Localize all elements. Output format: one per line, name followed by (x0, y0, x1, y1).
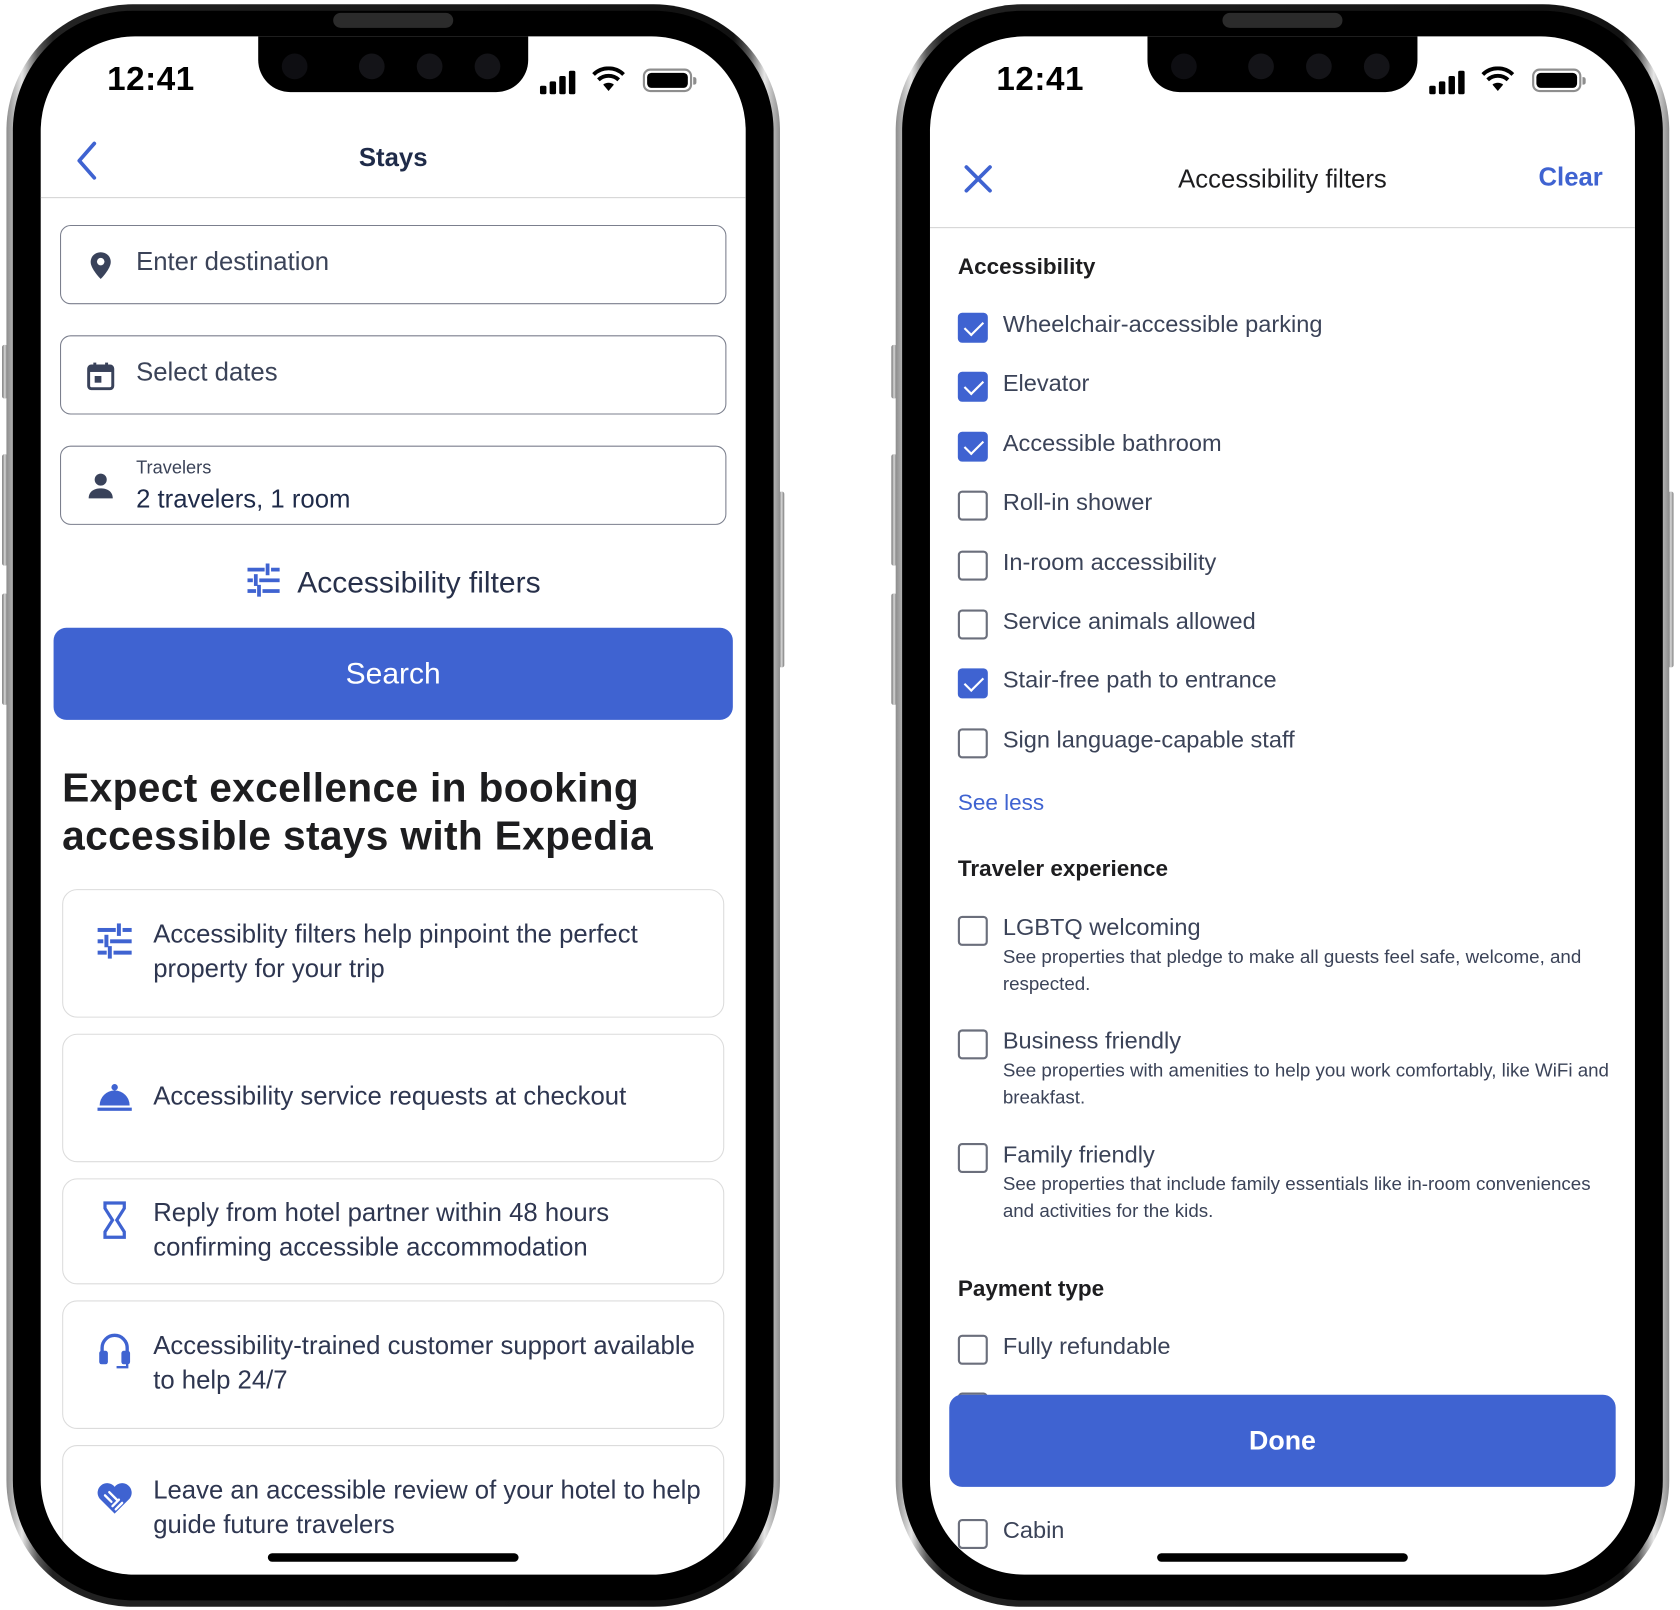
checkbox-unchecked[interactable] (957, 609, 988, 640)
sensor (1306, 53, 1332, 80)
accessibility-filters-link[interactable]: Accessibility filters (41, 563, 746, 599)
status-time: 12:41 (107, 59, 195, 98)
filter-option-label: Service animals allowed (1002, 607, 1256, 635)
checkbox-checked[interactable] (957, 431, 988, 462)
screen-filters: 12:41 Accessibility filters Clear Access… (929, 36, 1635, 1575)
filter-option-label: Roll-in shower (1002, 488, 1153, 516)
person-icon (88, 473, 113, 499)
earpiece-speaker (1222, 12, 1343, 28)
checkbox-checked[interactable] (957, 371, 988, 402)
checkbox-unchecked[interactable] (957, 915, 988, 946)
checkbox-unchecked[interactable] (957, 490, 988, 521)
phone-stays: 12:41 Stays Enter destination Select dat… (2, 4, 785, 1607)
filter-option-label: Elevator (1002, 369, 1090, 397)
see-less-link[interactable]: See less (958, 791, 1044, 817)
service-bell-icon (97, 1084, 132, 1111)
wifi-icon (1481, 66, 1515, 92)
checkbox-checked[interactable] (957, 312, 988, 343)
search-button-label: Search (345, 656, 441, 690)
accessibility-filters-label: Accessibility filters (297, 565, 541, 599)
checkbox-unchecked[interactable] (957, 1029, 988, 1060)
destination-placeholder: Enter destination (136, 247, 330, 277)
feature-card-support: Accessibility-trained customer support a… (62, 1300, 725, 1429)
filter-option-label: Fully refundable (1002, 1332, 1171, 1360)
section-title-accessibility: Accessibility (957, 254, 1096, 280)
checkbox-unchecked[interactable] (957, 1142, 988, 1173)
earpiece-speaker (333, 12, 454, 28)
headset-icon (99, 1333, 131, 1369)
wifi-icon (592, 66, 625, 92)
battery-icon (1532, 68, 1586, 93)
home-indicator (1157, 1553, 1408, 1562)
filters-title: Accessibility filters (1178, 164, 1387, 194)
notch (1147, 36, 1418, 93)
screen-stays: 12:41 Stays Enter destination Select dat… (40, 36, 746, 1575)
checkbox-unchecked[interactable] (957, 550, 988, 581)
feature-text: Leave an accessible review of your hotel… (153, 1476, 701, 1540)
sensor (1363, 53, 1390, 80)
filters-header: Accessibility filters Clear (929, 139, 1635, 229)
nav-bar: Stays (40, 129, 746, 199)
status-time: 12:41 (996, 59, 1085, 98)
hero-line-1: Expect excellence in booking (62, 765, 640, 811)
hero-line-2: accessible stays with Expedia (62, 814, 654, 860)
checkbox-unchecked[interactable] (957, 1518, 988, 1549)
feature-card-service-requests: Accessibility service requests at checko… (62, 1033, 725, 1163)
notch (258, 36, 529, 93)
filter-option-label: Family friendly (1002, 1140, 1155, 1168)
done-button-label: Done (1248, 1425, 1316, 1456)
filter-option-label: LGBTQ welcoming (1002, 913, 1201, 941)
checkbox-unchecked[interactable] (957, 728, 988, 759)
hero-heading: Expect excellence in booking accessible … (62, 765, 724, 861)
feature-card-filters: Accessiblity filters help pinpoint the p… (62, 889, 725, 1018)
sliders-icon (97, 923, 132, 959)
filter-option-label: Sign language-capable staff (1002, 726, 1295, 754)
page-title: Stays (358, 143, 428, 173)
search-button[interactable]: Search (53, 627, 733, 720)
filter-option-description: See properties that include family essen… (1002, 1172, 1591, 1222)
hourglass-icon (103, 1201, 126, 1239)
filter-option-label: Cabin (1002, 1516, 1065, 1544)
calendar-icon (87, 362, 115, 391)
battery-icon (642, 68, 697, 93)
sensor (358, 53, 385, 80)
filter-option-description: See properties that pledge to make all g… (1002, 945, 1582, 995)
cellular-signal-icon (1429, 69, 1470, 95)
destination-field[interactable]: Enter destination (59, 224, 727, 305)
section-title-traveler-experience: Traveler experience (957, 856, 1168, 882)
cellular-signal-icon (539, 69, 581, 95)
checkbox-unchecked[interactable] (957, 1334, 988, 1365)
checkbox-checked[interactable] (957, 668, 988, 699)
travelers-field[interactable]: Travelers 2 travelers, 1 room (59, 445, 727, 525)
dates-placeholder: Select dates (136, 357, 278, 387)
section-title-payment-type: Payment type (957, 1276, 1105, 1302)
feature-text: Accessibility-trained customer support a… (153, 1331, 695, 1395)
map-pin-icon (90, 252, 111, 280)
filter-option-description: See properties with amenities to help yo… (1002, 1059, 1609, 1108)
dates-field[interactable]: Select dates (59, 335, 727, 415)
filter-option-label: Accessible bathroom (1002, 429, 1222, 457)
feature-text: Accessibility service requests at checko… (153, 1081, 627, 1111)
travelers-value: 2 travelers, 1 room (136, 485, 351, 515)
done-button[interactable]: Done (949, 1394, 1616, 1487)
feature-text: Reply from hotel partner within 48 hours… (153, 1198, 610, 1262)
travelers-label: Travelers (136, 457, 212, 478)
filter-option-label: Stair-free path to entrance (1002, 666, 1277, 694)
filter-option-label: Business friendly (1002, 1027, 1182, 1055)
sensor (416, 53, 443, 80)
front-camera (281, 53, 308, 80)
phone-filters: 12:41 Accessibility filters Clear Access… (891, 4, 1674, 1607)
handshake-heart-icon (97, 1483, 132, 1514)
filter-option-label: In-room accessibility (1002, 548, 1217, 576)
sliders-icon (247, 563, 281, 597)
clear-button[interactable]: Clear (1538, 163, 1602, 193)
sensor (1248, 53, 1274, 80)
two-phone-mockup: 12:41 Stays Enter destination Select dat… (0, 0, 1680, 1610)
feature-text: Accessiblity filters help pinpoint the p… (153, 920, 638, 984)
filter-option-label: Wheelchair-accessible parking (1002, 310, 1323, 338)
home-indicator (267, 1553, 519, 1562)
sensor (474, 53, 501, 80)
front-camera (1171, 53, 1197, 80)
feature-card-reply: Reply from hotel partner within 48 hours… (62, 1178, 725, 1285)
